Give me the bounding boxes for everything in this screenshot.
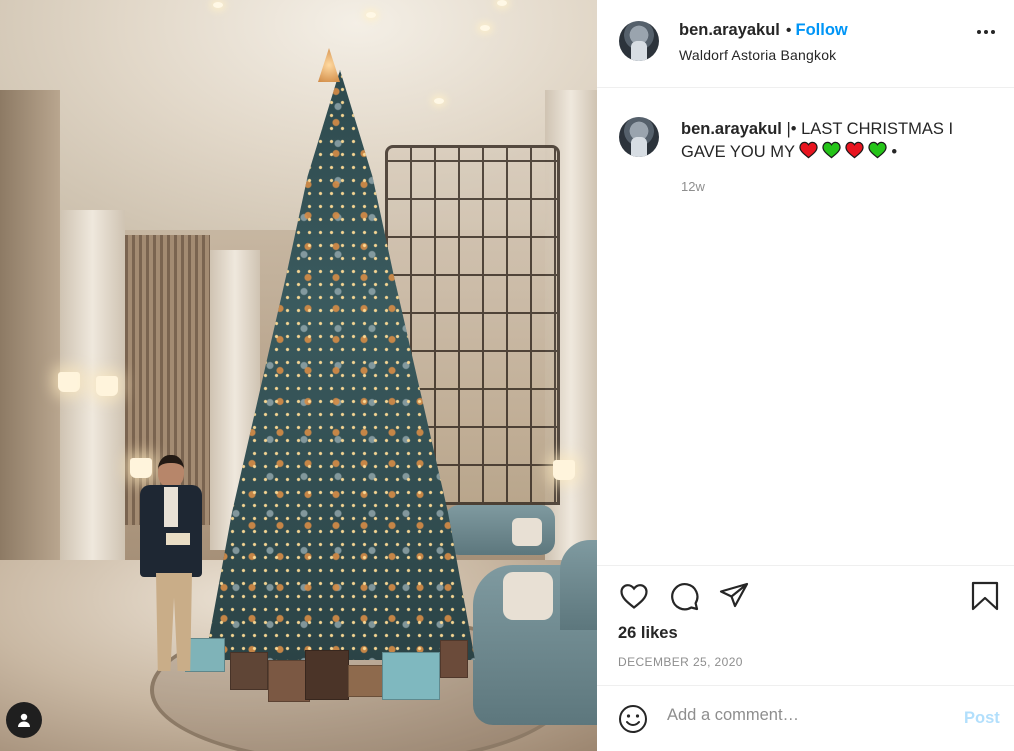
gift-box [230,652,268,690]
green-heart-emoji [822,141,841,159]
emoji-icon[interactable] [618,704,648,734]
post-caption: ben.arayakul |• LAST CHRISTMAS I GAVE YO… [681,118,981,164]
person-head [158,455,184,487]
caption-username[interactable]: ben.arayakul [681,120,782,138]
photo-lamp [58,372,80,392]
comment-icon[interactable] [668,580,700,612]
photo-lamp [553,460,575,480]
add-comment-bar: Post [597,685,1014,751]
photo-lamp [96,376,118,396]
ceiling-light [497,0,507,6]
gift-box [348,665,384,697]
follow-button[interactable]: Follow [796,21,848,40]
ceiling-light [366,12,376,18]
photo-wall [0,90,60,570]
photo-cushion [503,572,553,620]
comment-input[interactable] [667,706,937,725]
green-heart-emoji [868,141,887,159]
red-heart-emoji [845,141,864,159]
post-date[interactable]: DECEMBER 25, 2020 [618,655,743,669]
like-heart-icon[interactable] [618,580,650,612]
header-title-row: ben.arayakul • Follow [679,21,848,40]
post-photo[interactable] [0,0,597,751]
gift-box [268,660,310,702]
photo-armchair [560,540,597,630]
likes-count[interactable]: 26 likes [618,624,678,643]
separator-dot: • [785,21,792,39]
more-options-icon[interactable] [977,30,995,34]
comment-timestamp[interactable]: 12w [681,179,705,194]
ceiling-light [434,98,444,104]
caption-author-avatar[interactable] [619,117,659,157]
author-avatar[interactable] [619,21,659,61]
profile-icon [18,713,30,727]
person-in-photo [140,455,215,685]
gift-box [382,652,440,700]
gift-box [305,650,349,700]
caption-suffix: • [891,143,898,161]
post-header: ben.arayakul • Follow Waldorf Astoria Ba… [597,0,1014,88]
post-location[interactable]: Waldorf Astoria Bangkok [679,47,836,63]
post-side-panel: ben.arayakul • Follow Waldorf Astoria Ba… [597,0,1014,751]
ceiling-light [213,2,223,8]
share-icon[interactable] [718,580,750,612]
person-shirt [164,487,178,527]
tagged-profile-button[interactable] [6,702,42,738]
person-gift [166,533,190,545]
photo-cushion [512,518,542,546]
author-username[interactable]: ben.arayakul [679,21,780,40]
gift-box [440,640,468,678]
save-bookmark-icon[interactable] [969,580,1001,612]
post-comment-button[interactable]: Post [964,709,1000,728]
caption-hearts [799,141,891,161]
ceiling-light [480,25,490,31]
red-heart-emoji [799,141,818,159]
person-pants [156,573,192,671]
